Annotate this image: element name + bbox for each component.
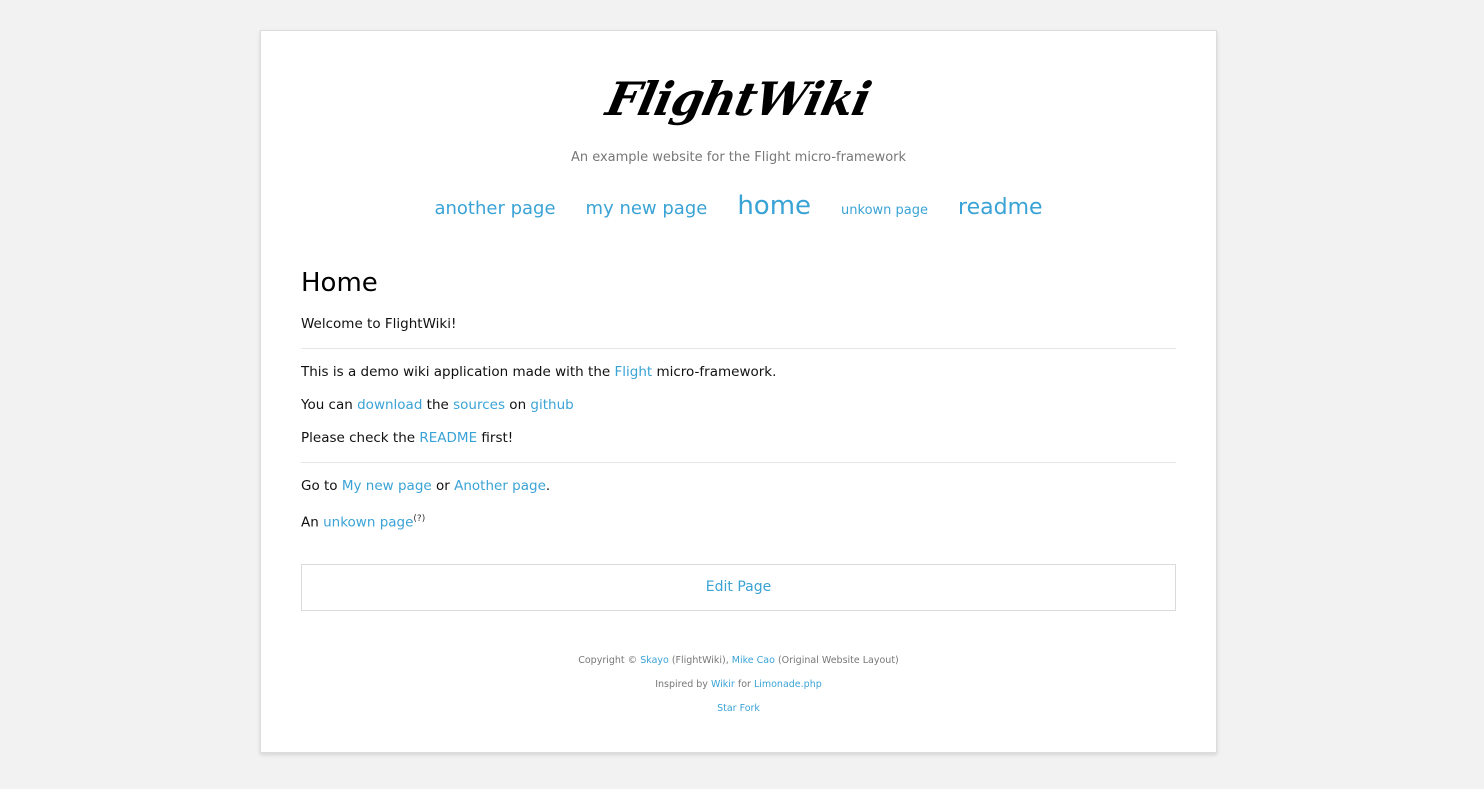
paragraph-goto: Go to My new page or Another page. <box>301 470 1176 503</box>
link-mike-cao[interactable]: Mike Cao <box>732 655 775 666</box>
divider <box>301 348 1176 349</box>
link-github[interactable]: github <box>530 397 573 413</box>
link-skayo[interactable]: Skayo <box>640 655 669 666</box>
link-sources[interactable]: sources <box>453 397 505 413</box>
site-logo[interactable]: FlightWiki <box>255 71 1222 127</box>
paragraph-intro: This is a demo wiki application made wit… <box>301 356 1176 389</box>
link-unkown-page[interactable]: unkown page <box>323 515 413 531</box>
nav-link-my-new-page[interactable]: my new page <box>586 184 708 234</box>
page-title: Home <box>301 268 378 298</box>
footer-github-buttons: Star Fork <box>261 697 1216 721</box>
fork-button[interactable]: Fork <box>740 703 760 714</box>
text: Inspired by <box>655 679 711 690</box>
paragraph-readme: Please check the README first! <box>301 422 1176 455</box>
missing-page-marker: (?) <box>413 514 426 524</box>
text: (Original Website Layout) <box>774 655 899 666</box>
edit-page-button[interactable]: Edit Page <box>706 579 771 595</box>
welcome-text: Welcome to FlightWiki! <box>301 316 457 332</box>
text: micro-framework. <box>652 364 777 380</box>
text: This is a demo wiki application made wit… <box>301 364 615 380</box>
link-my-new-page[interactable]: My new page <box>342 478 432 494</box>
footer-copyright: Copyright © Skayo (FlightWiki), Mike Cao… <box>261 649 1216 673</box>
nav-link-readme[interactable]: readme <box>958 183 1043 233</box>
footer-inspired: Inspired by Wikir for Limonade.php <box>261 673 1216 697</box>
footer: Copyright © Skayo (FlightWiki), Mike Cao… <box>261 649 1216 721</box>
paragraph-download: You can download the sources on github <box>301 389 1176 422</box>
text: Go to <box>301 478 342 494</box>
nav-link-unkown-page[interactable]: unkown page <box>841 186 928 236</box>
text: on <box>505 397 531 413</box>
page-card: FlightWiki An example website for the Fl… <box>260 30 1217 753</box>
link-download[interactable]: download <box>357 397 422 413</box>
text: You can <box>301 397 358 413</box>
text: (FlightWiki), <box>668 655 732 666</box>
link-flight[interactable]: Flight <box>614 364 652 380</box>
nav-link-another-page[interactable]: another page <box>434 184 555 234</box>
text: Copyright © <box>578 655 641 666</box>
link-another-page[interactable]: Another page <box>454 478 546 494</box>
link-readme[interactable]: README <box>419 430 477 446</box>
tag-cloud-nav: another page my new page home unkown pag… <box>261 181 1216 231</box>
text: first! <box>477 430 514 446</box>
page-content: Home Welcome to FlightWiki! This is a de… <box>301 264 1176 540</box>
link-wikir[interactable]: Wikir <box>711 679 735 690</box>
text: Please check the <box>301 430 420 446</box>
text: or <box>431 478 455 494</box>
text: . <box>545 478 551 494</box>
paragraph-unknown: An unkown page(?) <box>301 503 1176 540</box>
link-limonade[interactable]: Limonade.php <box>754 679 822 690</box>
text: for <box>734 679 754 690</box>
nav-link-home[interactable]: home <box>737 181 811 231</box>
site-tagline: An example website for the Flight micro-… <box>570 150 907 165</box>
edit-page-box: Edit Page <box>301 564 1176 611</box>
divider <box>301 462 1176 463</box>
star-button[interactable]: Star <box>717 703 736 714</box>
text: the <box>422 397 454 413</box>
text: An <box>301 514 324 531</box>
